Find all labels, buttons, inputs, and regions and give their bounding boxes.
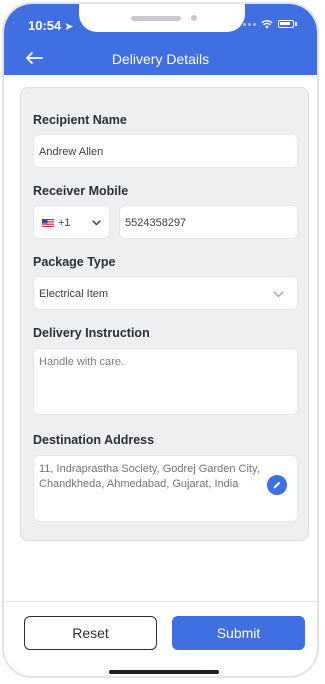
battery-icon [278,20,294,28]
status-icons [238,19,297,29]
status-time: 10:54 ➤ [28,18,73,33]
destination-address-field[interactable]: 11, Indraprastha Society, Godrej Garden … [33,455,298,522]
mobile-number-value: 5524358297 [125,217,187,229]
signal-icon [238,22,256,26]
mobile-number-field[interactable]: 5524358297 [119,205,298,239]
chevron-down-icon [92,220,101,226]
recipient-name-label: Recipient Name [33,113,127,127]
submit-button[interactable]: Submit [172,616,305,650]
reset-button[interactable]: Reset [24,616,157,650]
camera-dot [191,15,197,21]
location-arrow-icon: ➤ [64,21,74,33]
chevron-down-icon [273,291,284,298]
delivery-instruction-value: Handle with care. [39,356,124,368]
delivery-instruction-textarea[interactable]: Handle with care. [33,348,298,415]
recipient-name-field[interactable]: Andrew Allen [33,134,298,168]
country-code-value: +1 [58,217,71,229]
us-flag-icon [42,219,54,227]
package-type-select[interactable]: Electrical Item [33,276,298,310]
status-time-text: 10:54 [28,18,62,33]
delivery-form-card: Recipient Name Andrew Allen Receiver Mob… [20,87,309,541]
delivery-instruction-label: Delivery Instruction [33,326,150,340]
pencil-icon [273,481,281,489]
device-notch [79,4,245,32]
package-type-label: Package Type [33,255,116,269]
home-indicator [109,670,219,674]
phone-frame: 10:54 ➤ Delivery Details Recipient Name A… [2,2,319,678]
destination-address-label: Destination Address [33,433,155,447]
speaker-grille [131,16,181,21]
battery-tip [295,22,297,26]
edit-address-button[interactable] [267,475,287,495]
receiver-mobile-label: Receiver Mobile [33,184,129,198]
destination-address-value: 11, Indraprastha Society, Godrej Garden … [39,463,260,490]
country-code-select[interactable]: +1 [33,205,110,239]
package-type-value: Electrical Item [39,288,109,300]
page-title: Delivery Details [111,51,210,67]
app-header: 10:54 ➤ Delivery Details [4,4,317,75]
footer-divider [4,601,317,602]
recipient-name-value: Andrew Allen [39,146,104,158]
wifi-icon [261,20,273,29]
